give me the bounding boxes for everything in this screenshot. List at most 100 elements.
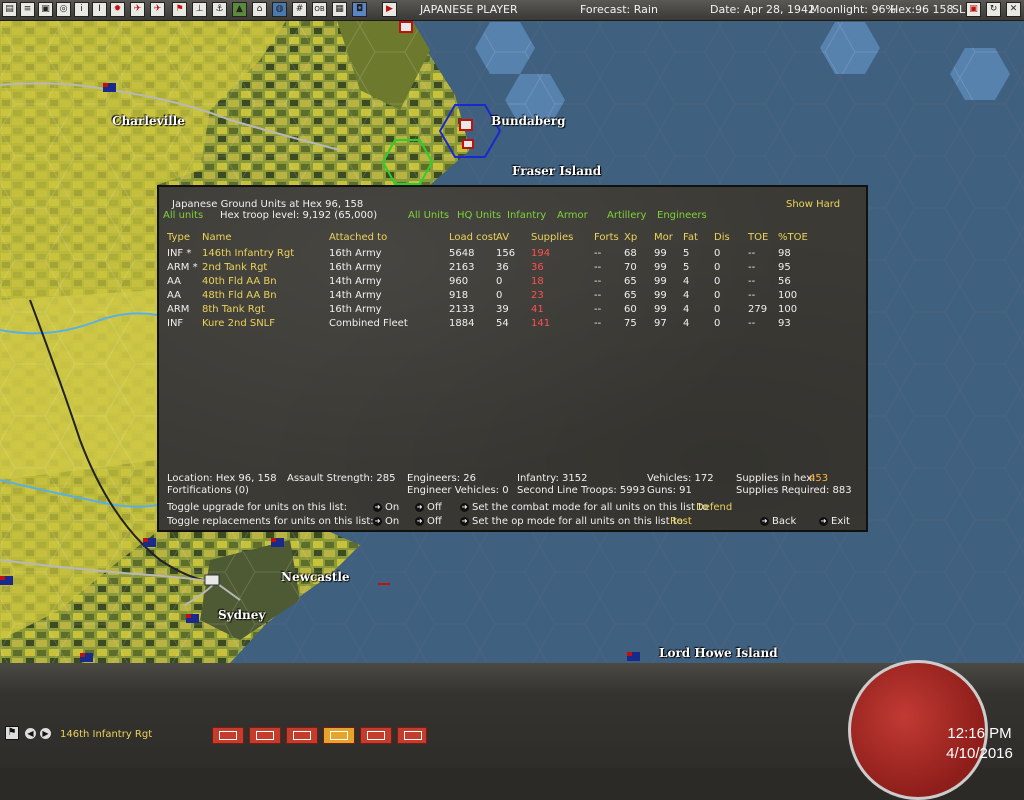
upgrade-on-button[interactable]: ➜ On xyxy=(373,502,399,513)
cell-load: 2133 xyxy=(449,304,475,315)
combat-mode-button[interactable]: ➜ Set the combat mode for all units on th… xyxy=(460,502,708,513)
upgrade-off-label: Off xyxy=(427,502,442,513)
col-av[interactable]: AV xyxy=(496,232,509,243)
flag-icon[interactable]: ⚑ xyxy=(5,726,19,740)
flag-icon[interactable]: ⚑ xyxy=(172,2,187,17)
unit-symbol-icon xyxy=(367,731,385,740)
op-mode-value[interactable]: Rest xyxy=(670,516,692,527)
replacements-on-button[interactable]: ➜ On xyxy=(373,516,399,527)
guns-text: Guns: 91 xyxy=(647,485,692,496)
unit-filter-button-6[interactable] xyxy=(397,727,427,744)
exit-button[interactable]: ➜ Exit xyxy=(819,516,850,527)
unit-filter-button-2[interactable] xyxy=(249,727,281,744)
cell-av: 36 xyxy=(496,262,509,273)
filter-all-units[interactable]: All Units xyxy=(408,210,449,221)
selected-unit-name[interactable]: 146th Infantry Rgt xyxy=(60,729,152,740)
next-unit-icon[interactable]: ▶ xyxy=(40,728,51,739)
menu-icon[interactable]: ▤ xyxy=(2,2,17,17)
refresh-icon[interactable]: ↻ xyxy=(986,2,1001,17)
col-mor[interactable]: Mor xyxy=(654,232,673,243)
col-attached[interactable]: Attached to xyxy=(329,232,387,243)
col-supplies[interactable]: Supplies xyxy=(531,232,573,243)
port-icon[interactable]: ⚓ xyxy=(212,2,227,17)
filter-hq-units[interactable]: HQ Units xyxy=(457,210,501,221)
all-units-left-button[interactable]: All units xyxy=(163,210,203,221)
upgrade-off-button[interactable]: ➜ Off xyxy=(415,502,442,513)
terrain-icon[interactable]: ▲ xyxy=(232,2,247,17)
toggle-upgrade-label: Toggle upgrade for units on this list: xyxy=(167,502,348,513)
globe-icon[interactable]: ◍ xyxy=(272,2,287,17)
prev-unit-icon[interactable]: ◀ xyxy=(25,728,36,739)
back-button[interactable]: ➜ Back xyxy=(760,516,796,527)
forecast-label: Forecast: Rain xyxy=(580,3,658,16)
unit-filter-button-4[interactable] xyxy=(323,727,355,744)
cell-xp: 65 xyxy=(624,276,637,287)
cell-pct-toe: 98 xyxy=(778,248,791,259)
calendar-icon[interactable]: ▦ xyxy=(332,2,347,17)
cell-pct-toe: 100 xyxy=(778,290,798,301)
cell-toe: -- xyxy=(748,276,756,287)
cell-attached: 14th Army xyxy=(329,290,382,301)
show-hard-button[interactable]: Show Hard xyxy=(786,199,840,210)
cell-forts: -- xyxy=(594,262,602,273)
combat-mode-value[interactable]: Defend xyxy=(696,502,732,513)
report-icon[interactable]: ▣ xyxy=(38,2,53,17)
unit-filter-button-1[interactable] xyxy=(212,727,244,744)
cell-toe: -- xyxy=(748,262,756,273)
base-icon[interactable]: ⌂ xyxy=(252,2,267,17)
filter-armor[interactable]: Armor xyxy=(557,210,588,221)
aircraft-icon-2[interactable]: ✈ xyxy=(150,2,165,17)
intel-icon[interactable]: ◎ xyxy=(56,2,71,17)
unit-symbol-icon xyxy=(256,731,274,740)
infantry-text: Infantry: 3152 xyxy=(517,473,588,484)
cell-name[interactable]: 146th Infantry Rgt xyxy=(202,248,294,259)
cell-name[interactable]: 8th Tank Rgt xyxy=(202,304,265,315)
col-name[interactable]: Name xyxy=(202,232,232,243)
cell-name[interactable]: Kure 2nd SNLF xyxy=(202,318,275,329)
col-toe[interactable]: TOE xyxy=(748,232,768,243)
filter-engineers[interactable]: Engineers xyxy=(657,210,707,221)
info-icon[interactable]: i xyxy=(74,2,89,17)
col-fat[interactable]: Fat xyxy=(683,232,698,243)
play-icon[interactable]: ▶ xyxy=(382,2,397,17)
col-type[interactable]: Type xyxy=(167,232,190,243)
airfield-icon[interactable]: ⊥ xyxy=(192,2,207,17)
cell-fat: 5 xyxy=(683,248,690,259)
cell-name[interactable]: 48th Fld AA Bn xyxy=(202,290,277,301)
col-xp[interactable]: Xp xyxy=(624,232,637,243)
cell-forts: -- xyxy=(594,276,602,287)
assault-strength-text: Assault Strength: 285 xyxy=(287,473,396,484)
clock-date: 4/10/2016 xyxy=(946,745,1013,762)
ob-icon[interactable]: OB xyxy=(312,2,327,17)
op-mode-button[interactable]: ➜ Set the op mode for all units on this l… xyxy=(460,516,683,527)
top-toolbar: ▤ ≡ ▣ ◎ i I ✹ ✈ ✈ ⚑ ⊥ ⚓ ▲ ⌂ ◍ # OB ▦ ◘ ▶… xyxy=(0,0,1024,21)
filter-infantry[interactable]: Infantry xyxy=(507,210,546,221)
window-icon[interactable]: ▣ xyxy=(966,2,981,17)
grid-icon[interactable]: # xyxy=(292,2,307,17)
list-icon[interactable]: ≡ xyxy=(20,2,35,17)
player-label: JAPANESE PLAYER xyxy=(420,3,518,16)
cell-name[interactable]: 2nd Tank Rgt xyxy=(202,262,267,273)
disk-icon[interactable]: ◘ xyxy=(352,2,367,17)
cell-attached: 16th Army xyxy=(329,262,382,273)
cell-mor: 99 xyxy=(654,248,667,259)
col-load-cost[interactable]: Load cost xyxy=(449,232,497,243)
cell-mor: 99 xyxy=(654,262,667,273)
cell-pct-toe: 56 xyxy=(778,276,791,287)
cell-attached: 16th Army xyxy=(329,304,382,315)
unit-filter-button-5[interactable] xyxy=(360,727,392,744)
arrow-right-icon: ➜ xyxy=(460,502,469,512)
unit-filter-button-3[interactable] xyxy=(286,727,318,744)
close-icon[interactable]: ✕ xyxy=(1006,2,1021,17)
cell-type: INF xyxy=(167,318,184,329)
supplies-required-text: Supplies Required: 883 xyxy=(736,485,852,496)
col-forts[interactable]: Forts xyxy=(594,232,619,243)
replacements-off-button[interactable]: ➜ Off xyxy=(415,516,442,527)
sun-icon[interactable]: ✹ xyxy=(110,2,125,17)
filter-artillery[interactable]: Artillery xyxy=(607,210,646,221)
cell-name[interactable]: 40th Fld AA Bn xyxy=(202,276,277,287)
info-icon-2[interactable]: I xyxy=(92,2,107,17)
aircraft-icon[interactable]: ✈ xyxy=(130,2,145,17)
col-pct-toe[interactable]: %TOE xyxy=(778,232,808,243)
col-dis[interactable]: Dis xyxy=(714,232,730,243)
